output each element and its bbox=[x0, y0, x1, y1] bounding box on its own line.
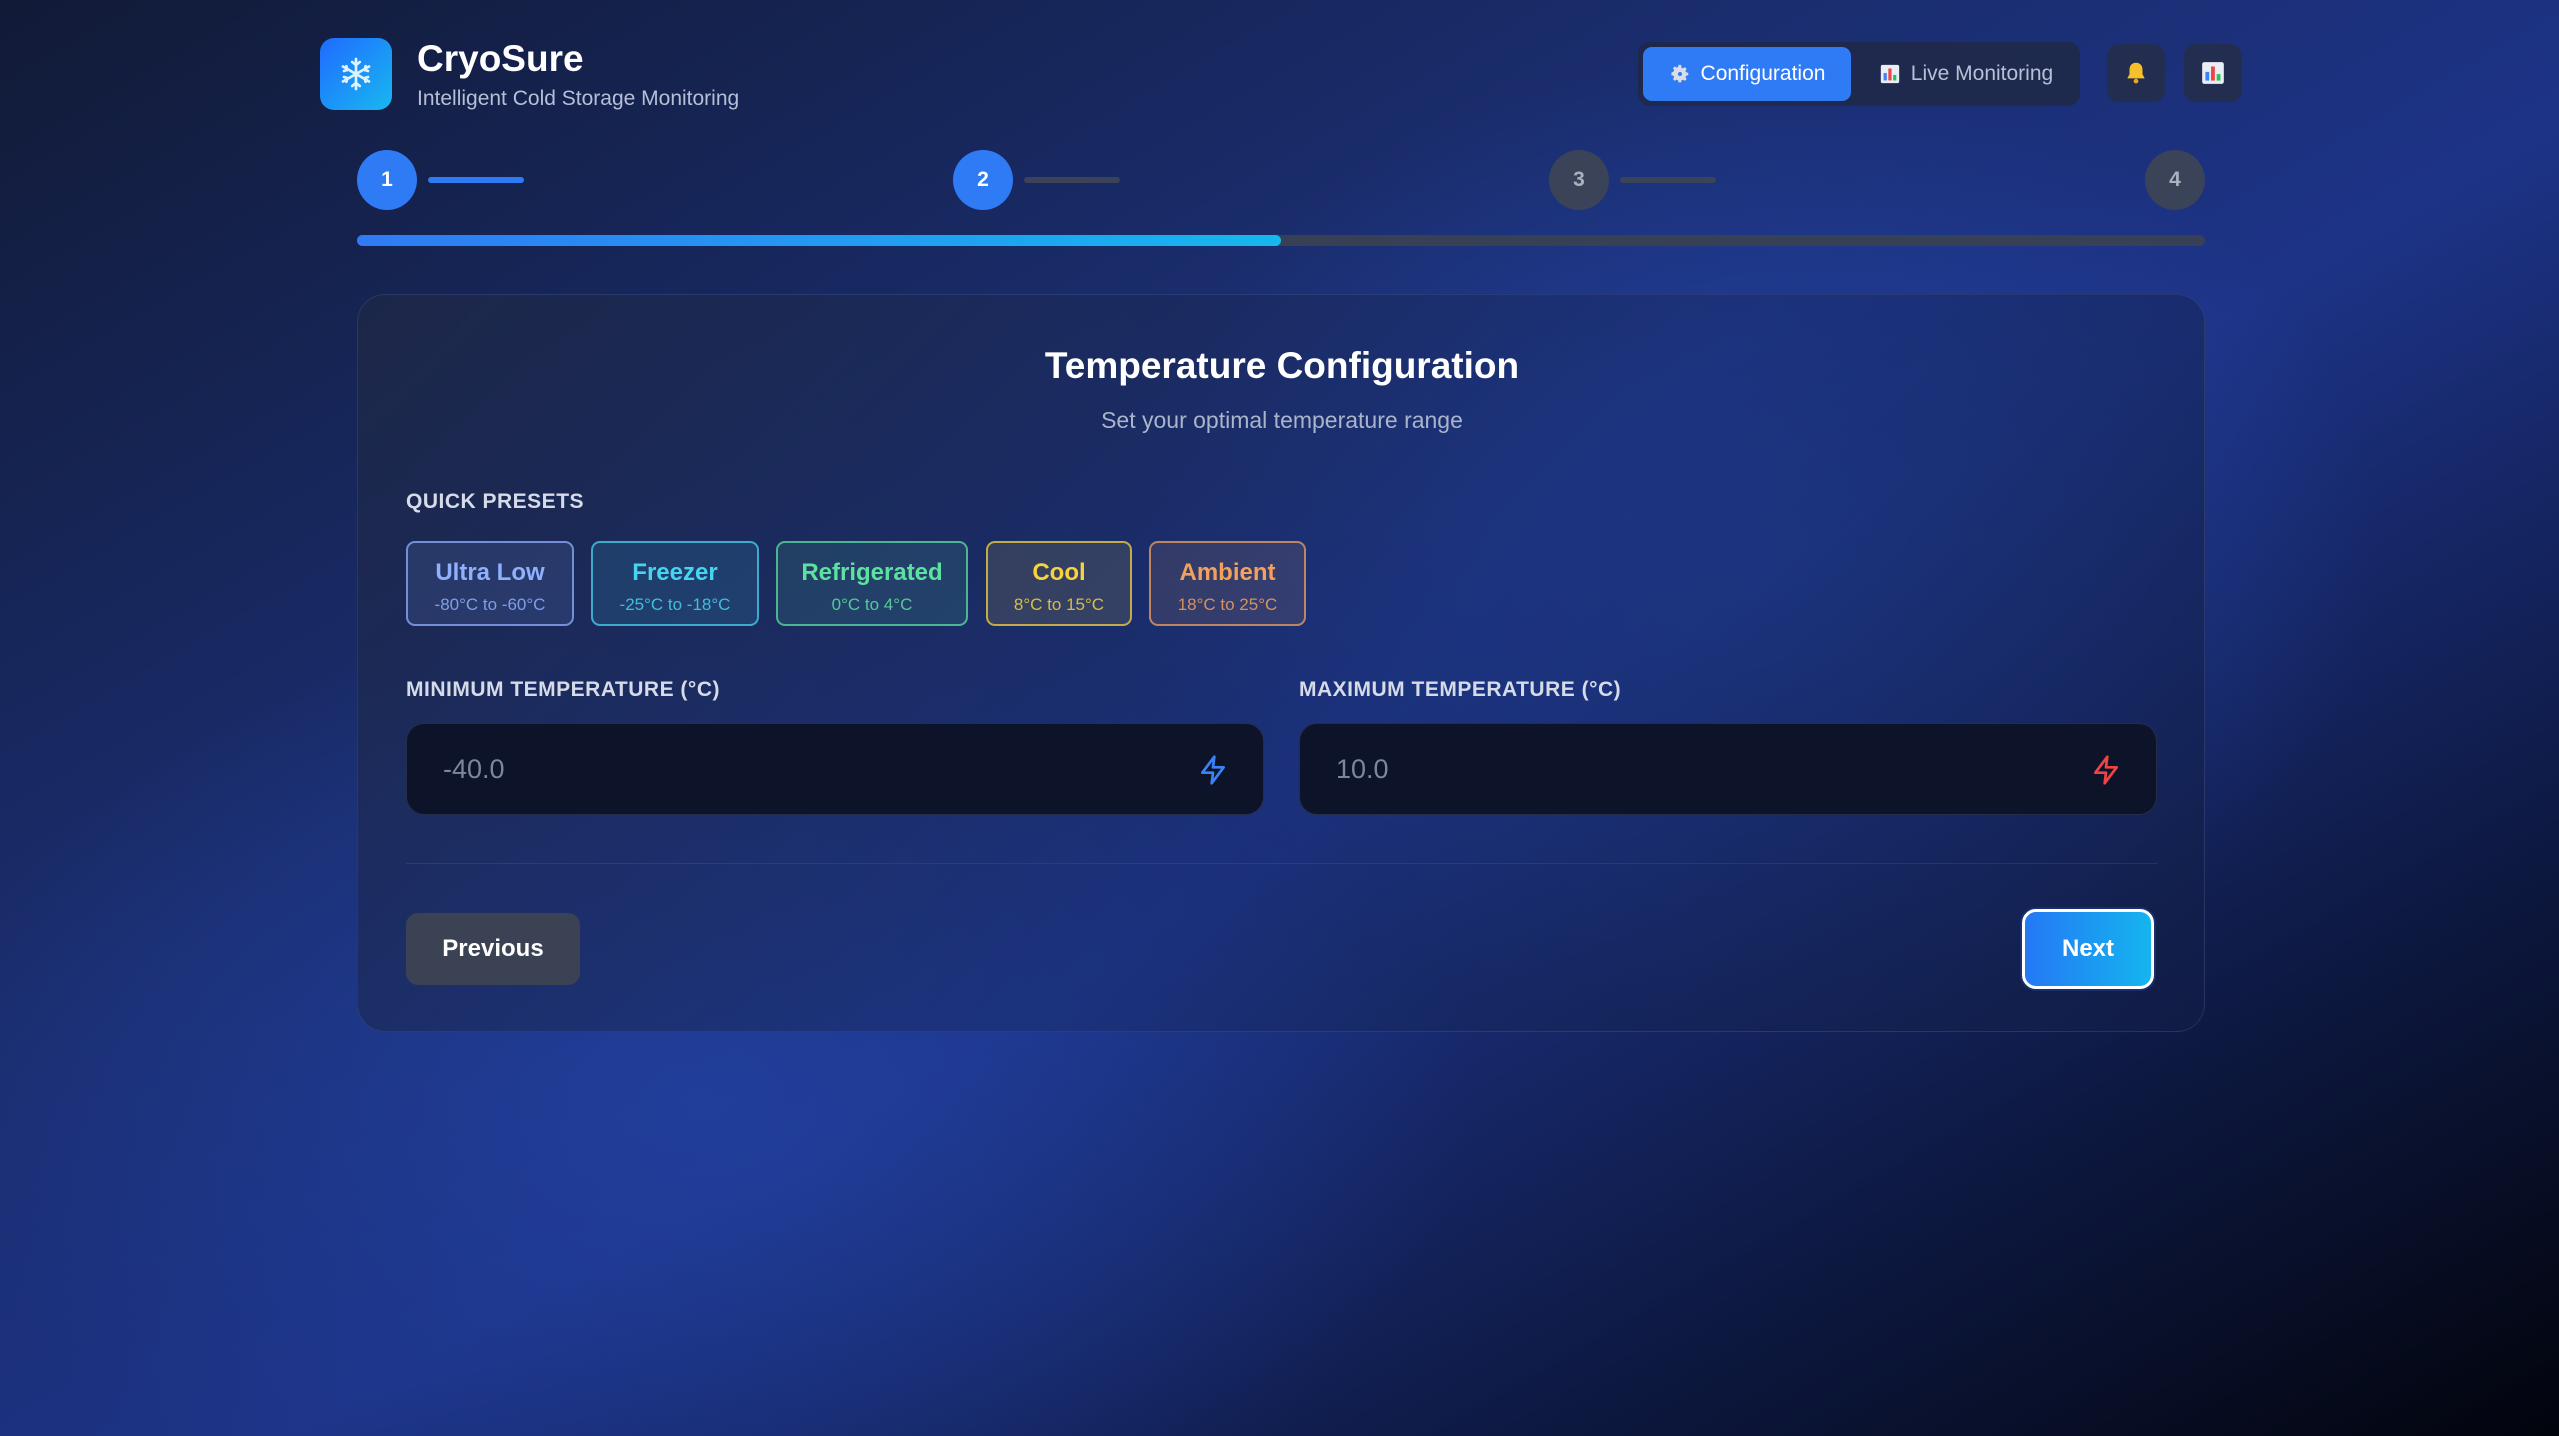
preset-range: -25°C to -18°C bbox=[619, 595, 731, 614]
app-tagline: Intelligent Cold Storage Monitoring bbox=[417, 87, 740, 110]
view-switcher: Configuration Live Monitoring bbox=[1638, 42, 2080, 106]
step-3-connector bbox=[1620, 177, 1716, 183]
bar-chart-icon bbox=[1880, 64, 1899, 84]
step-2: 2 bbox=[953, 150, 1013, 210]
tab-configuration[interactable]: Configuration bbox=[1643, 47, 1851, 101]
preset-range: -80°C to -60°C bbox=[434, 595, 546, 614]
max-temp-input[interactable] bbox=[1300, 724, 2060, 814]
tab-live-monitoring-label: Live Monitoring bbox=[1910, 62, 2054, 85]
card-title: Temperature Configuration bbox=[1044, 345, 1520, 386]
bell-icon bbox=[2127, 62, 2145, 84]
app-name: CryoSure bbox=[417, 38, 584, 79]
tab-configuration-label: Configuration bbox=[1700, 62, 1826, 85]
header: CryoSure Intelligent Cold Storage Monito… bbox=[320, 38, 2242, 118]
bar-chart-icon bbox=[2202, 62, 2224, 84]
tab-live-monitoring[interactable]: Live Monitoring bbox=[1860, 47, 2072, 101]
divider bbox=[406, 863, 2158, 864]
bolt-icon bbox=[2094, 755, 2118, 785]
bolt-icon bbox=[1201, 755, 1225, 785]
gear-icon bbox=[1670, 64, 1688, 83]
min-temp-label: MINIMUM TEMPERATURE (°C) bbox=[406, 678, 720, 701]
step-1-connector bbox=[428, 177, 524, 183]
preset-ambient[interactable]: Ambient 18°C to 25°C bbox=[1149, 541, 1306, 626]
card-subtitle: Set your optimal temperature range bbox=[1101, 407, 1463, 433]
reports-button[interactable] bbox=[2184, 44, 2242, 102]
max-temp-label: MAXIMUM TEMPERATURE (°C) bbox=[1299, 678, 1622, 701]
step-4: 4 bbox=[2145, 150, 2205, 210]
step-3: 3 bbox=[1549, 150, 1609, 210]
presets-label: QUICK PRESETS bbox=[406, 490, 585, 513]
snowflake-icon bbox=[341, 57, 371, 91]
progress-bar bbox=[357, 235, 2205, 246]
preset-name: Ambient bbox=[1179, 559, 1276, 586]
step-indicator: 1 2 3 4 bbox=[357, 150, 2205, 250]
notifications-button[interactable] bbox=[2107, 44, 2165, 102]
max-temp-field bbox=[1299, 723, 2157, 815]
step-1: 1 bbox=[357, 150, 417, 210]
preset-refrigerated[interactable]: Refrigerated 0°C to 4°C bbox=[776, 541, 968, 626]
min-temp-field bbox=[406, 723, 1264, 815]
preset-freezer[interactable]: Freezer -25°C to -18°C bbox=[591, 541, 759, 626]
preset-range: 18°C to 25°C bbox=[1177, 595, 1278, 614]
preset-cool[interactable]: Cool 8°C to 15°C bbox=[986, 541, 1132, 626]
preset-range: 8°C to 15°C bbox=[1013, 595, 1105, 614]
preset-range: 0°C to 4°C bbox=[831, 595, 913, 614]
preset-ultra-low[interactable]: Ultra Low -80°C to -60°C bbox=[406, 541, 574, 626]
preset-name: Freezer bbox=[632, 559, 718, 586]
min-temp-input[interactable] bbox=[407, 724, 1167, 814]
temperature-config-card: Temperature Configuration Set your optim… bbox=[357, 294, 2205, 1032]
preset-name: Refrigerated bbox=[801, 559, 943, 586]
next-button[interactable]: Next bbox=[2022, 909, 2154, 989]
progress-bar-fill bbox=[357, 235, 1281, 246]
preset-name: Ultra Low bbox=[435, 559, 545, 586]
preset-name: Cool bbox=[1032, 559, 1086, 586]
step-2-connector bbox=[1024, 177, 1120, 183]
previous-button[interactable]: Previous bbox=[406, 913, 580, 985]
app-logo bbox=[320, 38, 392, 110]
